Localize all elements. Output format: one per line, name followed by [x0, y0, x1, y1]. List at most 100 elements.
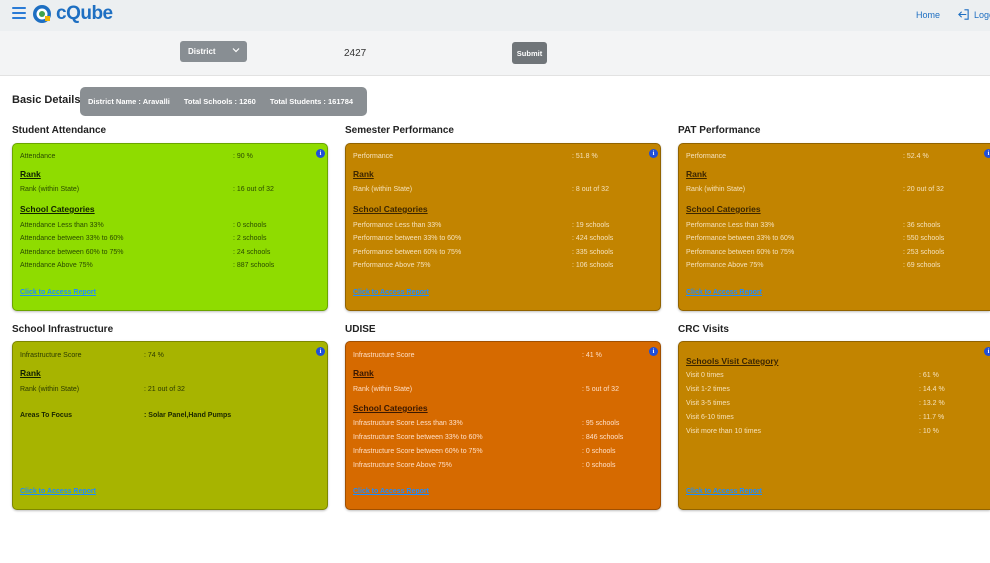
access-report-link[interactable]: Click to Access Report [353, 488, 429, 495]
udise-card: Infrastructure Score : 41 % i Rank Rank … [345, 341, 661, 510]
category-label: Infrastructure Score between 33% to 60% [353, 434, 483, 441]
cqube-logo-icon [33, 5, 51, 23]
visit-category-heading: Schools Visit Category [686, 356, 779, 366]
school-categories-heading: School Categories [686, 204, 761, 214]
pat-performance-title: PAT Performance [678, 125, 761, 136]
category-value: : 95 schools [582, 420, 620, 427]
category-value: : 253 schools [903, 249, 945, 256]
visit-category-label: Visit more than 10 times [686, 428, 761, 435]
rank-label: Rank (within State) [20, 186, 80, 193]
info-icon[interactable]: i [984, 347, 990, 356]
district-name: District Name : Aravalli [88, 97, 170, 106]
category-label: Performance Less than 33% [353, 222, 442, 229]
metric-value: : 90 % [233, 153, 253, 160]
school-infrastructure-card: Infrastructure Score : 74 % i Rank Rank … [12, 341, 328, 510]
top-bar: cQube Home Logout [0, 0, 990, 31]
logout-label: Logout [974, 9, 990, 20]
visit-category-value: : 14.4 % [919, 386, 945, 393]
total-schools: Total Schools : 1260 [183, 97, 256, 106]
category-label: Infrastructure Score between 60% to 75% [353, 448, 483, 455]
metric-label: Attendance [20, 153, 56, 160]
rank-value: : 5 out of 32 [582, 386, 619, 393]
areas-to-focus-label: Areas To Focus [20, 412, 72, 419]
school-infrastructure-title: School Infrastructure [12, 324, 114, 335]
category-label: Performance Less than 33% [686, 222, 775, 229]
category-value: : 424 schools [572, 235, 614, 242]
category-value: : 106 schools [572, 262, 614, 269]
category-label: Attendance Above 75% [20, 262, 93, 269]
semester-performance-card: Performance : 51.8 % i Rank Rank (within… [345, 143, 661, 311]
submit-button[interactable]: Submit [512, 42, 547, 64]
visit-category-value: : 61 % [919, 372, 939, 379]
metric-label: Performance [686, 153, 727, 160]
menu-icon[interactable] [12, 7, 26, 19]
category-value: : 36 schools [903, 222, 941, 229]
metric-label: Infrastructure Score [20, 352, 82, 359]
metric-value: : 41 % [582, 352, 602, 359]
category-label: Performance Above 75% [353, 262, 431, 269]
rank-label: Rank (within State) [686, 186, 746, 193]
semester-performance-title: Semester Performance [345, 125, 454, 136]
home-link[interactable]: Home [916, 10, 940, 20]
rank-value: : 16 out of 32 [233, 186, 274, 193]
visit-category-value: : 10 % [919, 428, 939, 435]
areas-to-focus-value: : Solar Panel,Hand Pumps [144, 412, 232, 419]
category-value: : 0 schools [582, 462, 616, 469]
access-report-link[interactable]: Click to Access Report [20, 289, 96, 296]
metric-value: : 51.8 % [572, 153, 598, 160]
district-select[interactable]: District [180, 41, 247, 62]
rank-heading: Rank [686, 169, 707, 179]
rank-heading: Rank [353, 169, 374, 179]
category-label: Performance between 33% to 60% [686, 235, 795, 242]
pat-performance-card: Performance : 52.4 % i Rank Rank (within… [678, 143, 990, 311]
access-report-link[interactable]: Click to Access Report [353, 289, 429, 296]
school-categories-heading: School Categories [353, 204, 428, 214]
category-value: : 887 schools [233, 262, 275, 269]
school-categories-heading: School Categories [20, 204, 95, 214]
code-input[interactable] [340, 43, 506, 64]
visit-category-value: : 11.7 % [919, 414, 945, 421]
basic-details-label: Basic Details: [12, 94, 85, 106]
category-value: : 19 schools [572, 222, 610, 229]
metric-label: Infrastructure Score [353, 352, 415, 359]
basic-details-pill: District Name : Aravalli Total Schools :… [80, 87, 367, 116]
logout-link[interactable]: Logout [957, 8, 990, 21]
visit-category-label: Visit 1-2 times [686, 386, 730, 393]
category-value: : 335 schools [572, 249, 614, 256]
info-icon[interactable]: i [316, 347, 325, 356]
rank-heading: Rank [20, 169, 41, 179]
category-label: Attendance between 60% to 75% [20, 249, 124, 256]
rank-heading: Rank [353, 368, 374, 378]
visit-category-label: Visit 3-5 times [686, 400, 730, 407]
district-select-label: District [188, 47, 216, 56]
rank-label: Rank (within State) [20, 386, 80, 393]
category-value: : 0 schools [233, 222, 267, 229]
udise-title: UDISE [345, 324, 376, 335]
visit-category-value: : 13.2 % [919, 400, 945, 407]
rank-label: Rank (within State) [353, 186, 413, 193]
category-value: : 846 schools [582, 434, 624, 441]
rank-heading: Rank [20, 368, 41, 378]
logout-icon [958, 9, 969, 20]
total-students: Total Students : 161784 [269, 97, 354, 106]
metric-value: : 52.4 % [903, 153, 929, 160]
rank-value: : 8 out of 32 [572, 186, 609, 193]
access-report-link[interactable]: Click to Access Report [20, 488, 96, 495]
crc-visits-card: i Schools Visit Category Visit 0 times :… [678, 341, 990, 510]
category-value: : 24 schools [233, 249, 271, 256]
category-value: : 550 schools [903, 235, 945, 242]
info-icon[interactable]: i [649, 149, 658, 158]
crc-visits-title: CRC Visits [678, 324, 729, 335]
category-label: Performance Above 75% [686, 262, 764, 269]
info-icon[interactable]: i [316, 149, 325, 158]
chevron-down-icon [232, 48, 240, 53]
info-icon[interactable]: i [984, 149, 990, 158]
rank-label: Rank (within State) [353, 386, 413, 393]
access-report-link[interactable]: Click to Access Report [686, 289, 762, 296]
access-report-link[interactable]: Click to Access Report [686, 488, 762, 495]
category-value: : 69 schools [903, 262, 941, 269]
category-label: Attendance between 33% to 60% [20, 235, 124, 242]
student-attendance-card: Attendance : 90 % i Rank Rank (within St… [12, 143, 328, 311]
info-icon[interactable]: i [649, 347, 658, 356]
category-label: Infrastructure Score Less than 33% [353, 420, 463, 427]
